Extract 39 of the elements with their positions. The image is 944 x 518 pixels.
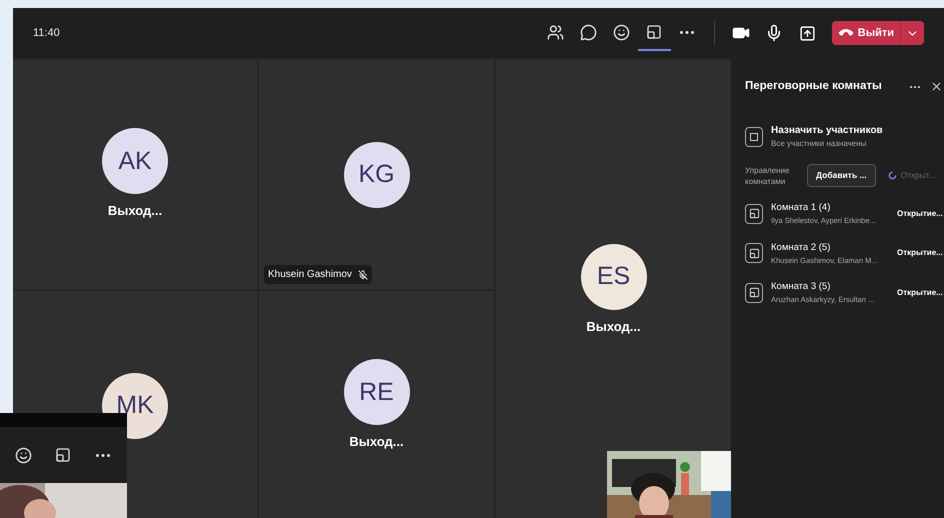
spinner-icon [888,171,897,180]
more-icon [96,454,110,456]
close-icon[interactable] [930,80,943,94]
rooms-icon [748,208,760,220]
leave-button[interactable]: Выйти [832,21,924,45]
assign-title: Назначить участников [771,124,883,138]
rooms-icon [55,447,72,463]
avatar: RE [344,359,410,426]
participant-name: Khusein Gashimov [268,268,352,282]
avatar: ES [580,244,646,310]
meeting-time: 11:40 [33,26,60,41]
assign-icon [745,126,763,147]
rooms-icon [748,287,760,298]
avatar: KG [344,142,410,208]
assign-participants[interactable]: Назначить участников Все участники назначены [745,123,943,150]
share-icon [798,24,816,42]
people-icon [546,24,564,40]
more-icon [910,86,920,88]
participant-name: Выход... [349,433,404,452]
rooms-icon [646,24,662,40]
leave-label: Выйти [858,26,894,41]
panel-title: Переговорные комнаты [745,79,882,94]
room-name: Комната 3 (5) [771,280,832,294]
reaction-icon [612,24,630,40]
room-name: Комната 1 (4) [771,201,832,215]
participant-name: Выход... [108,202,162,220]
add-button[interactable]: Добавить ... [807,164,876,187]
chat-icon [580,24,597,40]
room-status: Открытие... [897,247,943,260]
participant-name: Выход... [586,318,641,336]
assign-status: Все участники назначены [771,138,868,150]
reaction-icon [15,446,32,464]
avatar: AK [102,128,168,194]
room-status: Открытие... [897,286,943,299]
more-icon [680,30,694,34]
rooms-icon [748,248,760,259]
room-name: Комната 2 (5) [771,240,832,254]
manage-rooms-label: Управление комнатами [745,164,790,187]
room-status: Открытие... [897,208,943,220]
